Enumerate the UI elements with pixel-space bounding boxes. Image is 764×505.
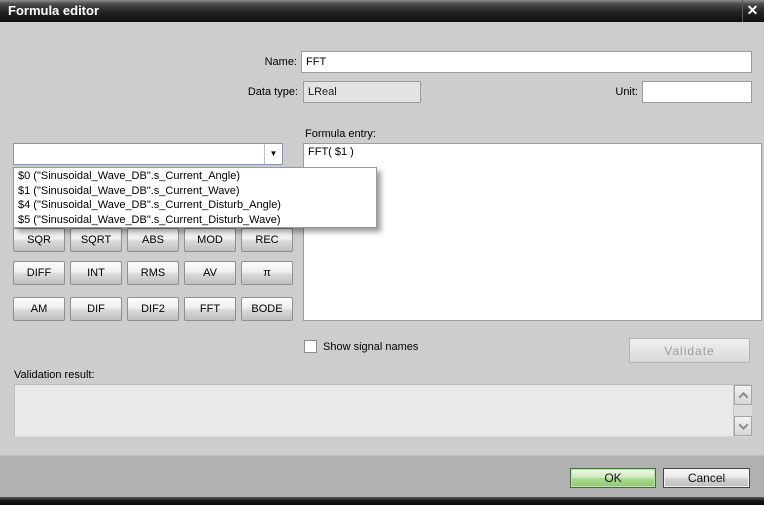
keypad-button-diff[interactable]: DIFF xyxy=(13,261,65,285)
variable-dropdown-list: $0 ("Sinusoidal_Wave_DB".s_Current_Angle… xyxy=(13,167,377,228)
data-type-label: Data type: xyxy=(180,86,298,98)
ok-button[interactable]: OK xyxy=(570,468,656,488)
formula-entry-label: Formula entry: xyxy=(305,128,376,140)
keypad-row-2: DIFF INT RMS AV π xyxy=(13,261,293,285)
title-bar: Formula editor ✕ xyxy=(0,0,764,22)
dropdown-item[interactable]: $4 ("Sinusoidal_Wave_DB".s_Current_Distu… xyxy=(14,198,376,213)
variable-combo-input[interactable] xyxy=(14,144,264,164)
variable-combobox[interactable]: ▼ xyxy=(13,143,283,165)
keypad-button-rms[interactable]: RMS xyxy=(127,261,179,285)
keypad-button-am[interactable]: AM xyxy=(13,297,65,321)
dropdown-item[interactable]: $5 ("Sinusoidal_Wave_DB".s_Current_Distu… xyxy=(14,213,376,228)
keypad-button-sqrt[interactable]: SQRT xyxy=(70,228,122,252)
validation-result-label: Validation result: xyxy=(14,369,95,381)
chevron-up-icon xyxy=(738,391,748,401)
validate-button[interactable]: Validate xyxy=(629,338,750,363)
keypad-button-dif2[interactable]: DIF2 xyxy=(127,297,179,321)
unit-input[interactable] xyxy=(642,81,752,103)
keypad-button-bode[interactable]: BODE xyxy=(241,297,293,321)
close-icon[interactable]: ✕ xyxy=(742,0,762,22)
validation-scrollbar[interactable] xyxy=(733,385,751,436)
bottom-edge-bar xyxy=(0,497,764,505)
name-input[interactable] xyxy=(301,51,752,73)
keypad-button-rec[interactable]: REC xyxy=(241,228,293,252)
unit-label: Unit: xyxy=(578,86,638,98)
scroll-up-button[interactable] xyxy=(734,385,752,405)
combo-dropdown-button[interactable]: ▼ xyxy=(264,144,282,164)
keypad-button-fft[interactable]: FFT xyxy=(184,297,236,321)
keypad-button-pi[interactable]: π xyxy=(241,261,293,285)
keypad-button-sqr[interactable]: SQR xyxy=(13,228,65,252)
keypad-button-mod[interactable]: MOD xyxy=(184,228,236,252)
chevron-down-icon xyxy=(738,420,748,430)
validation-result-box xyxy=(14,384,752,437)
cancel-button[interactable]: Cancel xyxy=(663,468,750,488)
dropdown-item[interactable]: $1 ("Sinusoidal_Wave_DB".s_Current_Wave) xyxy=(14,184,376,199)
dropdown-item[interactable]: $0 ("Sinusoidal_Wave_DB".s_Current_Angle… xyxy=(14,169,376,184)
show-signal-names-label: Show signal names xyxy=(323,341,418,353)
scroll-down-button[interactable] xyxy=(734,416,752,436)
chevron-down-icon: ▼ xyxy=(270,150,278,158)
keypad-button-av[interactable]: AV xyxy=(184,261,236,285)
keypad-row-1: SQR SQRT ABS MOD REC xyxy=(13,228,293,252)
dialog-title: Formula editor xyxy=(8,0,99,22)
keypad-row-3: AM DIF DIF2 FFT BODE xyxy=(13,297,293,321)
keypad-button-int[interactable]: INT xyxy=(70,261,122,285)
show-signal-names-checkbox[interactable] xyxy=(304,340,317,353)
formula-editor-dialog: Formula editor ✕ Name: Data type: Unit: … xyxy=(0,0,764,505)
name-label: Name: xyxy=(180,56,297,68)
keypad-button-dif[interactable]: DIF xyxy=(70,297,122,321)
keypad-button-abs[interactable]: ABS xyxy=(127,228,179,252)
data-type-input xyxy=(303,81,421,103)
